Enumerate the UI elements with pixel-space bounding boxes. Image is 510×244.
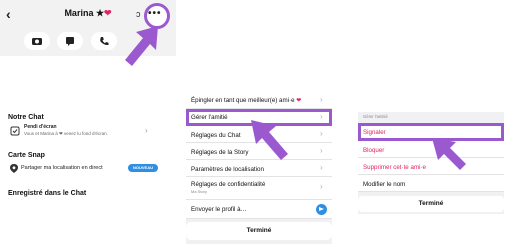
chevron-right-icon: › (145, 126, 148, 135)
location-pin-icon (10, 164, 18, 173)
chevron-right-icon: › (320, 146, 323, 155)
block-label: Bloquer (363, 147, 385, 154)
manage-friendship-sheet: Gérer l'amitié Signaler Bloquer Supprime… (358, 112, 504, 214)
done-button[interactable]: Terminé (186, 222, 332, 240)
pointer-arrow-icon (251, 120, 288, 160)
chevron-right-icon: › (320, 182, 323, 191)
screenshot-subtitle: Vous et Marina à ❤ venez lu fond d'écran… (24, 131, 108, 136)
camera-icon (32, 38, 42, 45)
share-location-label: Partager ma localisation en direct (21, 165, 103, 171)
chat-options-sheet: Épingler en tant que meilleur(e) ami·e ❤… (186, 92, 332, 244)
done-button[interactable]: Terminé (358, 196, 504, 212)
location-settings-label: Paramètres de localisation (191, 166, 264, 173)
send-arrow-icon[interactable] (316, 204, 327, 215)
chat-button[interactable] (57, 32, 83, 50)
chevron-right-icon: › (320, 129, 323, 138)
story-settings-label: Réglages de la Story (191, 149, 249, 156)
chat-profile-panel: ‹ Marina ★❤ ↄ ••• Notre Chat Pendi d'écr… (0, 0, 176, 244)
chat-settings-label: Réglages du Chat (191, 132, 241, 139)
send-profile-label: Envoyer le profil à… (191, 206, 247, 213)
new-badge[interactable]: NOUVEAU (128, 164, 158, 172)
pointer-arrow-icon (125, 26, 158, 66)
section-saved-in-chat: Enregistré dans le Chat (8, 190, 87, 197)
streak-icon: ↄ (136, 9, 141, 19)
screenshot-title: Pendi d'écran (24, 124, 57, 130)
privacy-settings-sub: Ma Story (191, 189, 208, 194)
edit-name-label: Modifier le nom (363, 181, 406, 188)
chevron-right-icon: › (320, 95, 323, 104)
chat-icon (66, 37, 74, 46)
section-our-chat: Notre Chat (8, 114, 44, 121)
pointer-arrow-icon (432, 138, 466, 170)
heart-icon: ❤ (104, 8, 112, 18)
heart-icon: ❤ (296, 97, 302, 104)
screenshot-icon (10, 126, 20, 136)
friend-name: Marina ★ (64, 8, 105, 18)
camera-button[interactable] (24, 32, 50, 50)
remove-friend-label: Supprimer cet·te ami·e (363, 164, 426, 171)
sheet-header: Gérer l'amitié (363, 114, 388, 119)
phone-icon (100, 37, 109, 46)
pin-best-friend-label: Épingler en tant que meilleur(e) ami·e ❤ (191, 97, 302, 104)
privacy-settings-label: Réglages de confidentialité (191, 181, 266, 188)
chevron-right-icon: › (320, 163, 323, 172)
call-button[interactable] (91, 32, 117, 50)
section-snap-map: Carte Snap (8, 152, 45, 159)
more-options-button[interactable]: ••• (148, 8, 162, 19)
